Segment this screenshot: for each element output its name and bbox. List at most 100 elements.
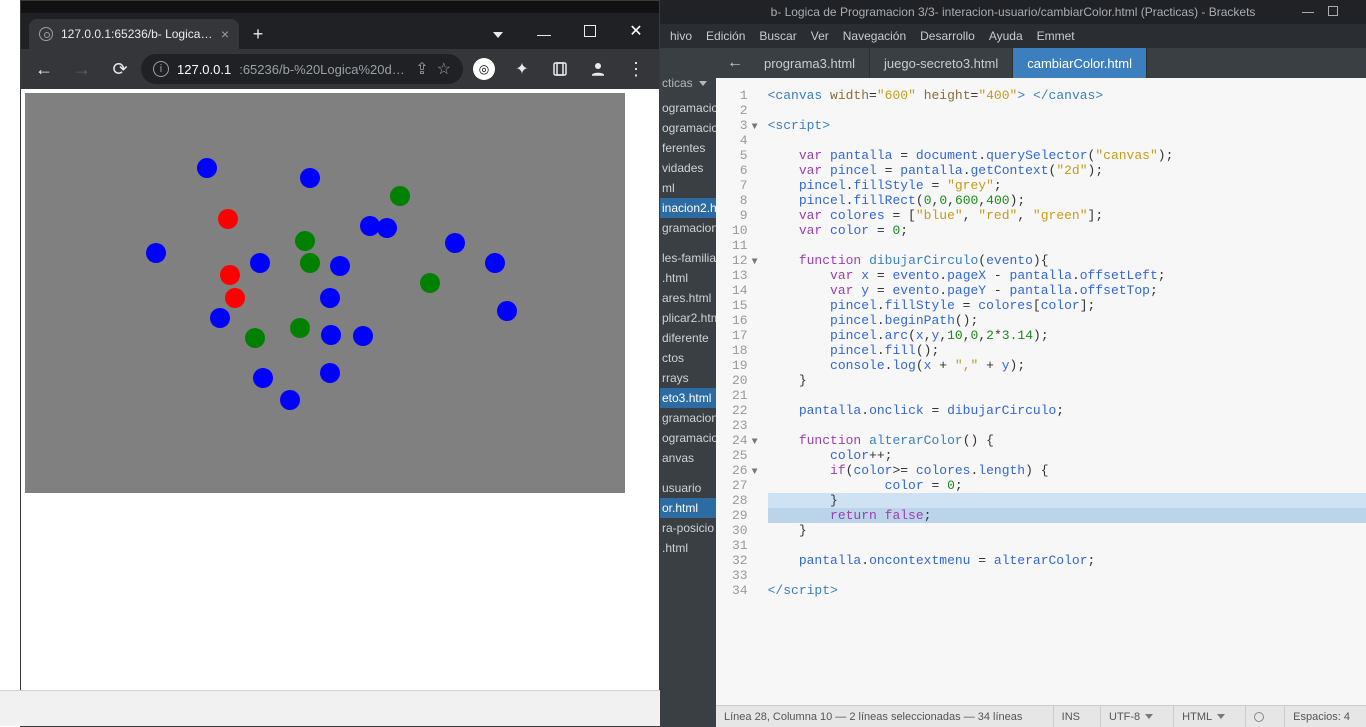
line-gutter[interactable]: 123▼456789101112▼13141516171819202122232… (716, 78, 756, 705)
line-number[interactable]: 20 (732, 373, 748, 388)
code-line[interactable] (768, 133, 1366, 148)
menu-item[interactable]: Ver (811, 29, 829, 43)
line-number[interactable]: 11 (732, 238, 748, 253)
line-number[interactable]: 32 (732, 553, 748, 568)
line-number[interactable]: 33 (732, 568, 748, 583)
code-line[interactable]: pincel.arc(x,y,10,0,2*3.14); (768, 328, 1366, 343)
chrome-tab[interactable]: 127.0.0.1:65236/b- Logica de Pro × (29, 19, 239, 49)
maximize-button[interactable] (1328, 6, 1338, 16)
line-number[interactable]: 26▼ (732, 463, 748, 478)
line-number[interactable]: 31 (732, 538, 748, 553)
sidebar-file[interactable]: ogramacion (660, 98, 716, 118)
menu-item[interactable]: Emmet (1037, 29, 1075, 43)
line-number[interactable]: 27 (732, 478, 748, 493)
status-encoding[interactable]: UTF-8 (1100, 706, 1161, 727)
sidebar-file[interactable]: ml (660, 178, 716, 198)
code-column[interactable]: <canvas width="600" height="400"> </canv… (756, 78, 1366, 705)
menu-item[interactable]: Navegación (843, 29, 906, 43)
code-line[interactable] (768, 388, 1366, 403)
sidebar-file[interactable]: vidades (660, 158, 716, 178)
sidebar-file[interactable]: or.html (660, 498, 716, 518)
extension-button[interactable]: ◎ (467, 54, 501, 84)
sidebar-file[interactable]: gramacion (660, 408, 716, 428)
code-line[interactable]: <canvas width="600" height="400"> </canv… (768, 88, 1366, 103)
code-line[interactable]: </script> (768, 583, 1366, 598)
line-number[interactable]: 28 (732, 493, 748, 508)
sidebar-file[interactable]: ogramacion (660, 118, 716, 138)
code-line[interactable] (768, 538, 1366, 553)
code-line[interactable]: var pincel = pantalla.getContext("2d"); (768, 163, 1366, 178)
bookmark-icon[interactable]: ☆ (437, 59, 451, 79)
line-number[interactable]: 22 (732, 403, 748, 418)
code-line[interactable]: } (768, 493, 1366, 508)
share-icon[interactable]: ⇪ (415, 59, 428, 79)
line-number[interactable]: 16 (732, 313, 748, 328)
code-line[interactable]: } (768, 373, 1366, 388)
line-number[interactable]: 4 (732, 133, 748, 148)
line-number[interactable]: 14 (732, 283, 748, 298)
code-area[interactable]: 123▼456789101112▼13141516171819202122232… (716, 78, 1366, 705)
sidebar-file[interactable]: plicar2.htm (660, 308, 716, 328)
code-line[interactable] (768, 238, 1366, 253)
line-number[interactable]: 19 (732, 358, 748, 373)
code-line[interactable]: function alterarColor() { (768, 433, 1366, 448)
sidebar-file[interactable]: diferente (660, 328, 716, 348)
sidebar-file[interactable]: ra-posicio (660, 518, 716, 538)
brackets-menubar[interactable]: hivoEdiciónBuscarVerNavegaciónDesarrollo… (660, 24, 1366, 48)
status-spaces[interactable]: Espacios: 4 (1284, 706, 1358, 727)
menu-item[interactable]: Desarrollo (920, 29, 975, 43)
line-number[interactable]: 7 (732, 178, 748, 193)
fold-toggle-icon[interactable]: ▼ (752, 255, 758, 270)
line-number[interactable]: 13 (732, 268, 748, 283)
code-line[interactable] (768, 103, 1366, 118)
editor-tab[interactable]: juego-secreto3.html (870, 48, 1013, 78)
extensions-button[interactable]: ✦ (505, 54, 539, 84)
code-line[interactable]: color = 0; (768, 478, 1366, 493)
line-number[interactable]: 30 (732, 523, 748, 538)
sidebar-file[interactable]: anvas (660, 448, 716, 468)
sidebar-file[interactable]: ctos (660, 348, 716, 368)
code-line[interactable]: pincel.beginPath(); (768, 313, 1366, 328)
sidebar-file[interactable]: eto3.html (660, 388, 716, 408)
editor-tab[interactable]: programa3.html (750, 48, 870, 78)
menu-item[interactable]: hivo (670, 29, 692, 43)
profile-button[interactable] (581, 54, 615, 84)
code-line[interactable]: pincel.fillStyle = colores[color]; (768, 298, 1366, 313)
fold-toggle-icon[interactable]: ▼ (752, 120, 758, 135)
sidebar-file[interactable]: les-familia (660, 248, 716, 268)
window-close-button[interactable]: ✕ (613, 13, 659, 49)
chevron-down-icon[interactable] (475, 13, 521, 49)
code-line[interactable]: pantalla.oncontextmenu = alterarColor; (768, 553, 1366, 568)
code-line[interactable]: var color = 0; (768, 223, 1366, 238)
tab-back-button[interactable]: ← (720, 48, 750, 78)
line-number[interactable]: 18 (732, 343, 748, 358)
code-line[interactable]: pincel.fillStyle = "grey"; (768, 178, 1366, 193)
code-line[interactable]: return false; (768, 508, 1366, 523)
sidebar-file[interactable]: ferentes (660, 138, 716, 158)
brackets-sidebar[interactable]: cticas ogramacionogramacionferentesvidad… (660, 48, 716, 727)
code-line[interactable]: } (768, 523, 1366, 538)
code-line[interactable]: var y = evento.pageY - pantalla.offsetTo… (768, 283, 1366, 298)
line-number[interactable]: 25 (732, 448, 748, 463)
forward-button[interactable]: → (65, 54, 99, 84)
minimize-button[interactable] (1302, 12, 1314, 13)
line-number[interactable]: 5 (732, 148, 748, 163)
code-line[interactable] (768, 418, 1366, 433)
project-dropdown[interactable]: cticas (660, 72, 716, 98)
chrome-menu-button[interactable]: ⋮ (619, 54, 653, 84)
maximize-button[interactable] (567, 13, 613, 49)
line-number[interactable]: 9 (732, 208, 748, 223)
reader-button[interactable] (543, 54, 577, 84)
menu-item[interactable]: Ayuda (989, 29, 1023, 43)
line-number[interactable]: 1 (732, 88, 748, 103)
code-line[interactable]: var colores = ["blue", "red", "green"]; (768, 208, 1366, 223)
sidebar-file[interactable]: .html (660, 268, 716, 288)
info-icon[interactable]: i (153, 61, 169, 77)
reload-button[interactable]: ⟳ (103, 54, 137, 84)
fold-toggle-icon[interactable]: ▼ (752, 435, 758, 450)
canvas-area[interactable] (25, 93, 625, 493)
line-number[interactable]: 34 (732, 583, 748, 598)
status-ins[interactable]: INS (1053, 706, 1088, 727)
code-line[interactable]: color++; (768, 448, 1366, 463)
line-number[interactable]: 10 (732, 223, 748, 238)
